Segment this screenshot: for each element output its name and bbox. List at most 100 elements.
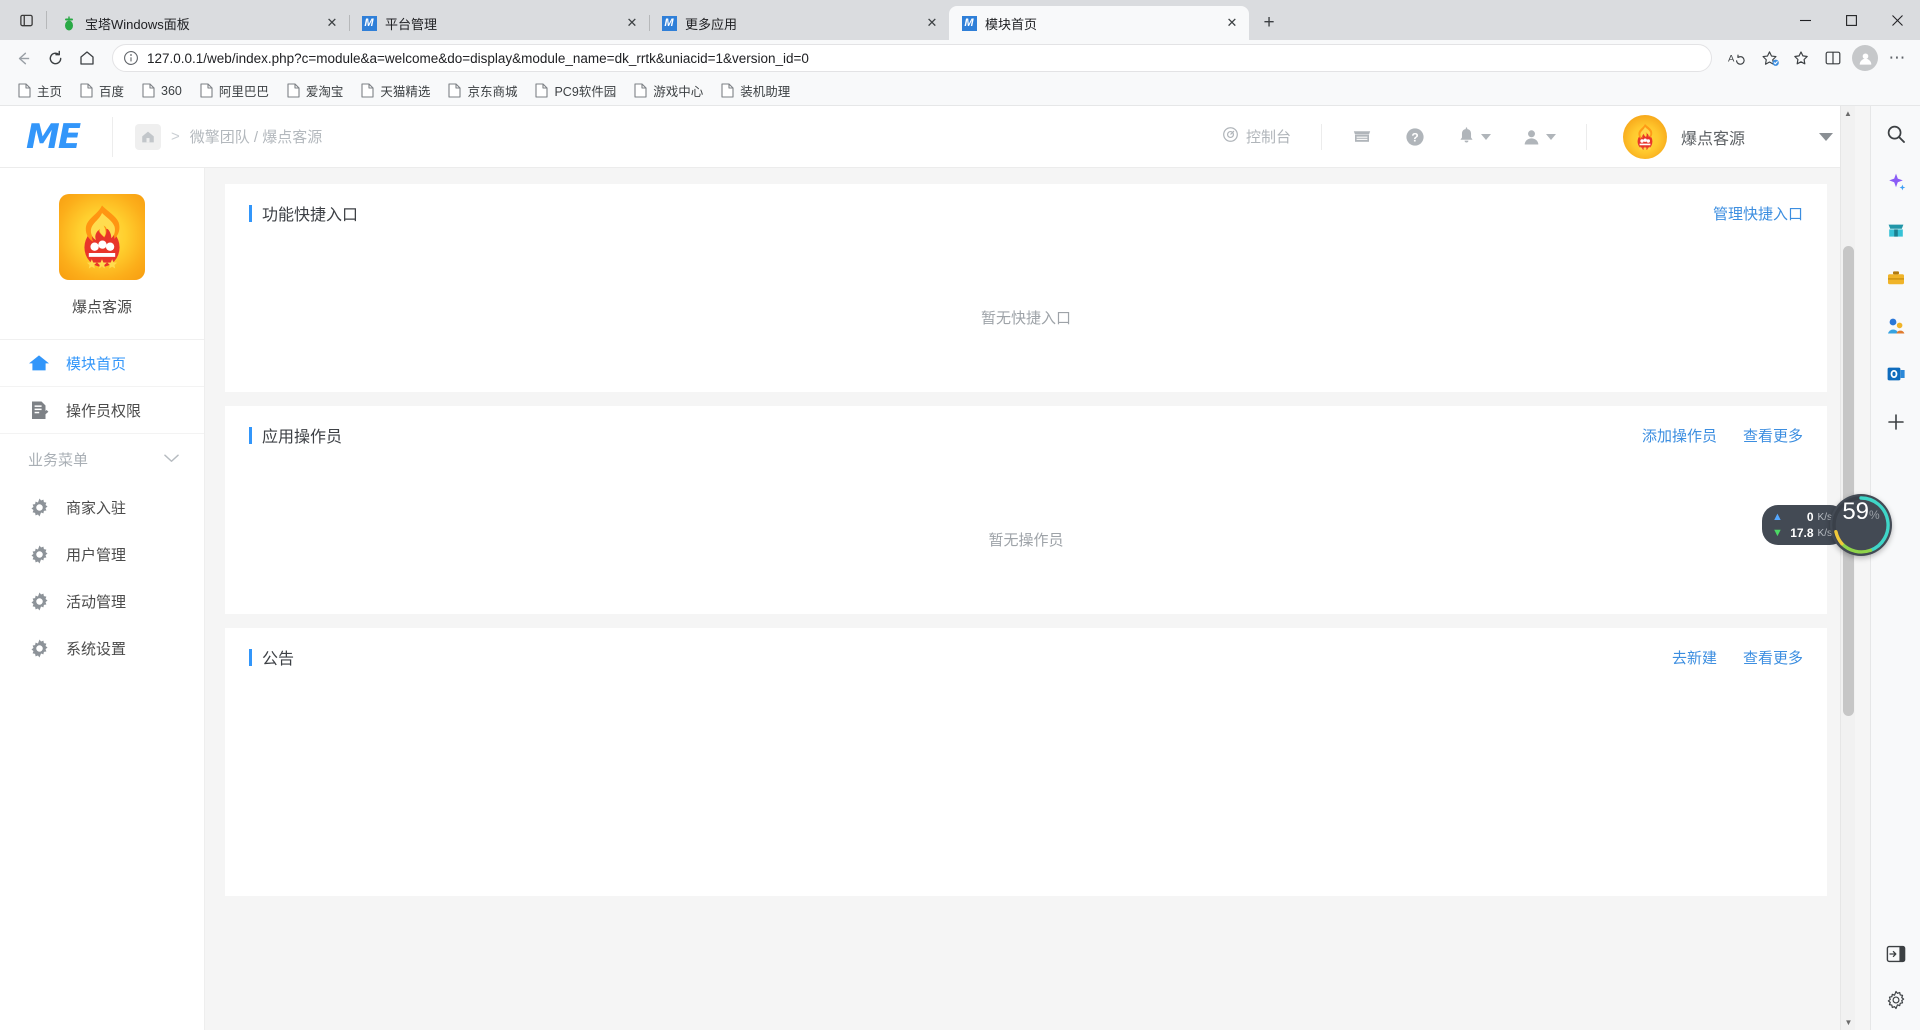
favorites-icon[interactable] bbox=[1754, 43, 1784, 73]
title-accent-bar bbox=[249, 427, 252, 444]
app-body: 爆点客源 模块首页 操作员权限 bbox=[0, 168, 1855, 1030]
tools-icon[interactable] bbox=[1879, 262, 1913, 294]
shopping-icon[interactable] bbox=[1879, 214, 1913, 246]
browser-tab-2[interactable]: M 更多应用 ✕ bbox=[649, 6, 949, 40]
view-more-announcements-link[interactable]: 查看更多 bbox=[1743, 647, 1803, 668]
page-icon bbox=[80, 83, 93, 98]
sidebar-item-user-management[interactable]: 用户管理 bbox=[0, 531, 204, 578]
bookmark-item[interactable]: 主页 bbox=[10, 78, 70, 103]
chevron-down-icon bbox=[1546, 134, 1556, 140]
page-icon bbox=[721, 83, 734, 98]
sidebar-item-operator-permissions[interactable]: 操作员权限 bbox=[0, 387, 204, 434]
chevron-down-icon bbox=[1819, 133, 1833, 141]
address-bar[interactable]: 127.0.0.1/web/index.php?c=module&a=welco… bbox=[112, 44, 1712, 72]
m-icon: M bbox=[361, 15, 377, 31]
bookmark-item[interactable]: 阿里巴巴 bbox=[192, 78, 277, 103]
scroll-up-arrow[interactable]: ▲ bbox=[1841, 106, 1855, 121]
bookmark-item[interactable]: 爱淘宝 bbox=[279, 78, 352, 103]
read-aloud-icon[interactable]: A bbox=[1722, 43, 1752, 73]
browser-more-button[interactable]: ⋯ bbox=[1882, 43, 1912, 73]
svg-text:A: A bbox=[1728, 53, 1735, 64]
sidebar-item-label: 商家入驻 bbox=[66, 497, 126, 518]
sidebar-group-label: 业务菜单 bbox=[28, 449, 88, 470]
user-icon[interactable] bbox=[1507, 128, 1572, 146]
tab-close-button[interactable]: ✕ bbox=[323, 14, 341, 32]
breadcrumb-path[interactable]: 微擎团队 / 爆点客源 bbox=[190, 126, 323, 147]
sidebar-item-label: 模块首页 bbox=[66, 353, 126, 374]
tab-search-button[interactable] bbox=[8, 0, 44, 40]
new-tab-button[interactable]: + bbox=[1255, 9, 1283, 37]
bookmark-item[interactable]: 装机助理 bbox=[713, 78, 798, 103]
sidebar-group-business-menu[interactable]: 业务菜单 bbox=[0, 434, 204, 484]
browser-profile-icon[interactable] bbox=[1850, 43, 1880, 73]
store-icon[interactable] bbox=[1336, 127, 1388, 146]
browser-tab-1[interactable]: M 平台管理 ✕ bbox=[349, 6, 649, 40]
add-icon[interactable] bbox=[1879, 406, 1913, 438]
bookmark-label: PC9软件园 bbox=[554, 81, 616, 100]
app-logo[interactable]: ME bbox=[26, 117, 96, 157]
page-icon bbox=[142, 83, 155, 98]
split-screen-icon[interactable] bbox=[1818, 43, 1848, 73]
module-logo bbox=[59, 194, 145, 280]
cpu-usage-dial[interactable]: 59 % bbox=[1830, 494, 1892, 556]
console-link[interactable]: 控制台 bbox=[1206, 126, 1307, 147]
page-scrollbar[interactable]: ▲ ▼ bbox=[1840, 106, 1855, 1030]
bell-icon[interactable] bbox=[1442, 127, 1507, 146]
header-separator bbox=[1321, 124, 1322, 150]
bookmark-item[interactable]: PC9软件园 bbox=[527, 78, 624, 103]
tab-close-button[interactable]: ✕ bbox=[1223, 14, 1241, 32]
copilot-icon[interactable] bbox=[1879, 166, 1913, 198]
network-monitor-widget[interactable]: ▲ 0 K/s ▼ 17.8 K/s 59 % bbox=[1762, 494, 1892, 556]
sidebar-item-system-settings[interactable]: 系统设置 bbox=[0, 625, 204, 672]
collections-icon[interactable] bbox=[1786, 43, 1816, 73]
card-empty-state: 暂无操作员 bbox=[225, 464, 1827, 614]
title-accent-bar bbox=[249, 649, 252, 666]
sidebar-toggle-icon[interactable] bbox=[1879, 938, 1913, 970]
site-info-icon[interactable] bbox=[123, 50, 139, 66]
bookmark-item[interactable]: 京东商城 bbox=[440, 78, 525, 103]
document-icon bbox=[28, 400, 50, 421]
bookmark-item[interactable]: 天猫精选 bbox=[353, 78, 438, 103]
maximize-button[interactable] bbox=[1828, 0, 1874, 40]
browser-tab-0[interactable]: 宝塔Windows面板 ✕ bbox=[49, 6, 349, 40]
tab-strip-divider bbox=[46, 11, 47, 29]
back-arrow-icon[interactable] bbox=[8, 43, 38, 73]
outlook-icon[interactable] bbox=[1879, 358, 1913, 390]
browser-tab-3[interactable]: M 模块首页 ✕ bbox=[949, 6, 1249, 40]
tab-close-button[interactable]: ✕ bbox=[923, 14, 941, 32]
card-app-operators: 应用操作员 添加操作员 查看更多 暂无操作员 bbox=[225, 406, 1827, 614]
settings-gear-icon[interactable] bbox=[1879, 984, 1913, 1016]
bookmark-item[interactable]: 360 bbox=[134, 80, 190, 101]
view-more-operators-link[interactable]: 查看更多 bbox=[1743, 425, 1803, 446]
empty-text: 暂无快捷入口 bbox=[981, 307, 1071, 328]
close-window-button[interactable] bbox=[1874, 0, 1920, 40]
home-icon[interactable] bbox=[72, 43, 102, 73]
tab-title: 更多应用 bbox=[685, 14, 915, 33]
bookmark-item[interactable]: 百度 bbox=[72, 78, 132, 103]
bookmark-item[interactable]: 游戏中心 bbox=[626, 78, 711, 103]
tab-close-button[interactable]: ✕ bbox=[623, 14, 641, 32]
help-icon[interactable]: ? bbox=[1388, 126, 1442, 148]
sidebar-item-module-home[interactable]: 模块首页 bbox=[0, 340, 204, 387]
create-announcement-link[interactable]: 去新建 bbox=[1672, 647, 1717, 668]
minimize-button[interactable] bbox=[1782, 0, 1828, 40]
sidebar-item-label: 活动管理 bbox=[66, 591, 126, 612]
page-icon bbox=[535, 83, 548, 98]
upload-speed-value: 0 bbox=[1807, 510, 1814, 524]
search-icon[interactable] bbox=[1879, 118, 1913, 150]
account-menu[interactable]: 爆点客源 bbox=[1601, 115, 1833, 159]
add-operator-link[interactable]: 添加操作员 bbox=[1642, 425, 1717, 446]
sidebar-item-merchant-onboarding[interactable]: 商家入驻 bbox=[0, 484, 204, 531]
sidebar-item-activity-management[interactable]: 活动管理 bbox=[0, 578, 204, 625]
sidebar-item-label: 操作员权限 bbox=[66, 400, 141, 421]
refresh-icon[interactable] bbox=[40, 43, 70, 73]
card-actions: 添加操作员 查看更多 bbox=[1642, 425, 1803, 446]
manage-quick-entries-link[interactable]: 管理快捷入口 bbox=[1713, 203, 1803, 224]
games-icon[interactable] bbox=[1879, 310, 1913, 342]
sidebar-item-label: 系统设置 bbox=[66, 638, 126, 659]
scrollbar-thumb[interactable] bbox=[1843, 246, 1854, 716]
cpu-usage-value: 59 bbox=[1842, 498, 1869, 526]
m-icon: M bbox=[961, 15, 977, 31]
home-icon[interactable] bbox=[135, 124, 161, 150]
scroll-down-arrow[interactable]: ▼ bbox=[1841, 1015, 1855, 1030]
